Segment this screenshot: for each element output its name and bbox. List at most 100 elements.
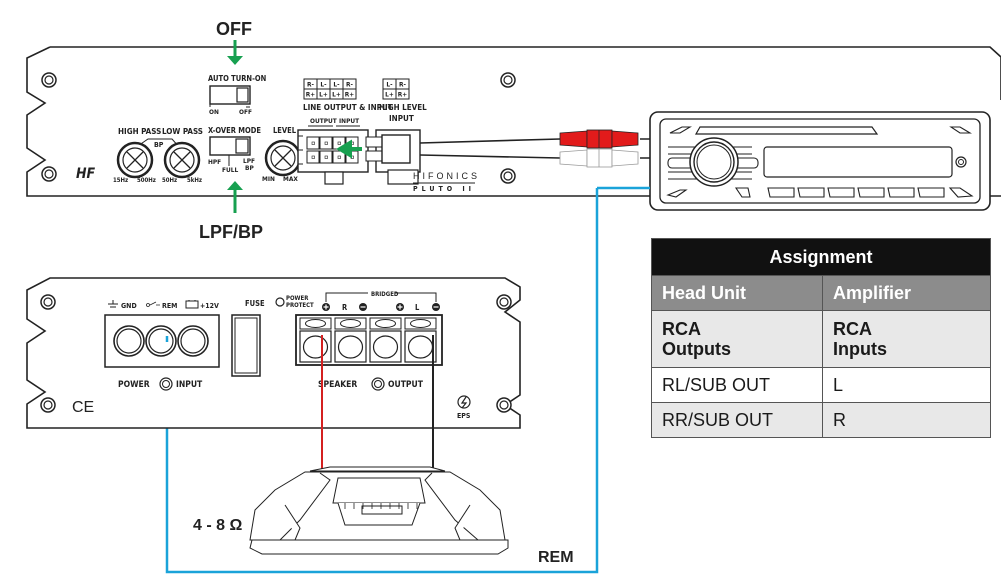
screw-icon bbox=[500, 168, 516, 184]
screw-icon bbox=[41, 166, 57, 182]
line-io-pinout: R- L- L- R-R+ L+ L+ R+ bbox=[303, 78, 357, 100]
level-label: LEVEL bbox=[273, 126, 297, 135]
right-channel-label: R bbox=[342, 303, 348, 312]
line-io-pin-label: R+ bbox=[306, 91, 316, 99]
screw-icon bbox=[41, 72, 57, 88]
gnd-label: GND bbox=[121, 302, 137, 310]
preset-button[interactable] bbox=[827, 187, 855, 198]
subheader-line: Outputs bbox=[662, 339, 731, 359]
table-cell: RR/SUB OUT bbox=[651, 402, 823, 438]
auto-turn-on-label: AUTO TURN-ON bbox=[208, 74, 267, 83]
high-level-pin-label: R- bbox=[399, 81, 407, 89]
power-protect-led bbox=[275, 297, 285, 307]
high-level-label-1: HIGH LEVEL bbox=[379, 103, 427, 112]
eps-lightning-icon bbox=[457, 395, 471, 409]
low-pass-max: 5kHz bbox=[187, 177, 202, 184]
screw-icon bbox=[500, 72, 516, 88]
high-pass-max: 500Hz bbox=[137, 177, 156, 184]
line-io-pin-label: L+ bbox=[319, 91, 328, 99]
connector-pin bbox=[306, 150, 320, 164]
aux-jack[interactable] bbox=[955, 156, 967, 168]
speaker-terminal[interactable] bbox=[299, 317, 332, 363]
low-pass-label: LOW PASS bbox=[162, 127, 203, 136]
connector-pin bbox=[306, 136, 320, 150]
connector-pin bbox=[319, 136, 333, 150]
bottom-amplifier-panel: GND REM +12V POWER INPUT FUSE POWER PROT… bbox=[26, 277, 521, 429]
high-pass-min: 15Hz bbox=[113, 177, 128, 184]
speaker-terminal[interactable] bbox=[334, 317, 367, 363]
high-level-cell: L- bbox=[382, 78, 397, 90]
impedance-callout: 4 - 8 Ω bbox=[193, 517, 242, 534]
table-row: RR/SUB OUT R bbox=[651, 402, 991, 438]
plus12v-terminal[interactable] bbox=[177, 325, 209, 357]
assignment-table: Assignment Head Unit Amplifier RCA Output… bbox=[651, 238, 991, 438]
high-level-cell: R- bbox=[395, 78, 410, 90]
high-pass-knob[interactable] bbox=[116, 141, 154, 179]
line-io-cell: L- bbox=[329, 78, 344, 90]
auto-turn-on-on: ON bbox=[209, 108, 219, 116]
line-io-pin-label: R+ bbox=[345, 91, 355, 99]
screw-icon bbox=[40, 397, 56, 413]
table-header-head-unit: Head Unit bbox=[651, 275, 823, 311]
auto-turn-on-switch[interactable] bbox=[209, 85, 251, 105]
hf-logo: HF bbox=[76, 166, 96, 182]
screw-icon bbox=[496, 294, 512, 310]
xover-hpf: HPF bbox=[208, 158, 221, 166]
table-header-amplifier: Amplifier bbox=[822, 275, 991, 311]
line-io-cell: L+ bbox=[316, 88, 331, 100]
low-pass-knob[interactable] bbox=[163, 141, 201, 179]
gnd-terminal[interactable] bbox=[113, 325, 145, 357]
plus-icon bbox=[396, 303, 404, 311]
speaker-terminal[interactable] bbox=[369, 317, 402, 363]
table-cell: L bbox=[822, 367, 991, 403]
preset-button[interactable] bbox=[767, 187, 795, 198]
eps-label: EPS bbox=[457, 412, 471, 420]
line-io-pin-label: L- bbox=[320, 81, 327, 89]
fuse-label: FUSE bbox=[245, 299, 265, 308]
table-title: Assignment bbox=[651, 238, 991, 276]
table-row: RL/SUB OUT L bbox=[651, 367, 991, 403]
subheader-line: RCA bbox=[662, 319, 701, 339]
screw-icon bbox=[40, 294, 56, 310]
table-subheader-amplifier: RCA Inputs bbox=[822, 310, 991, 368]
level-max: MAX bbox=[283, 175, 298, 183]
bridged-label: BRIDGED bbox=[371, 291, 399, 298]
rca-plug-white[interactable] bbox=[559, 148, 639, 168]
preset-button[interactable] bbox=[917, 187, 945, 198]
line-io-cell: L- bbox=[316, 78, 331, 90]
high-level-pin-label: L- bbox=[386, 81, 393, 89]
power-input-label-2: INPUT bbox=[176, 380, 203, 390]
lpf-bp-callout-label: LPF/BP bbox=[199, 222, 263, 242]
table-cell: R bbox=[822, 402, 991, 438]
line-io-cell: R+ bbox=[342, 88, 357, 100]
rem-terminal[interactable] bbox=[145, 325, 177, 357]
line-io-pin-label: R- bbox=[307, 81, 315, 89]
level-knob[interactable] bbox=[264, 139, 302, 177]
head-unit bbox=[649, 111, 991, 211]
speaker-terminal[interactable] bbox=[404, 317, 437, 363]
screw-icon bbox=[371, 377, 385, 391]
screw-icon bbox=[159, 377, 173, 391]
line-io-cell: L+ bbox=[329, 88, 344, 100]
screw-icon bbox=[496, 397, 512, 413]
rem-callout: REM bbox=[538, 549, 574, 566]
rca-plug-red[interactable] bbox=[559, 129, 639, 149]
fuse[interactable] bbox=[231, 314, 261, 377]
high-level-pin-label: L+ bbox=[385, 91, 394, 99]
xover-mode-label: X-OVER MODE bbox=[208, 126, 261, 135]
preset-button[interactable] bbox=[887, 187, 915, 198]
display-window bbox=[763, 146, 953, 178]
line-io-pin-label: L+ bbox=[332, 91, 341, 99]
preset-button[interactable] bbox=[857, 187, 885, 198]
cd-slot bbox=[694, 126, 879, 135]
level-min: MIN bbox=[262, 175, 275, 183]
speaker-output-label-2: OUTPUT bbox=[388, 380, 424, 390]
line-io-cell: R- bbox=[342, 78, 357, 90]
minus-icon bbox=[432, 303, 440, 311]
line-io-cell: R+ bbox=[303, 88, 318, 100]
off-callout: OFF bbox=[216, 19, 252, 65]
line-io-pin-label: R- bbox=[346, 81, 354, 89]
brand-label: HIFONICS bbox=[413, 171, 480, 181]
preset-button[interactable] bbox=[797, 187, 825, 198]
xover-mode-switch[interactable] bbox=[209, 136, 251, 156]
